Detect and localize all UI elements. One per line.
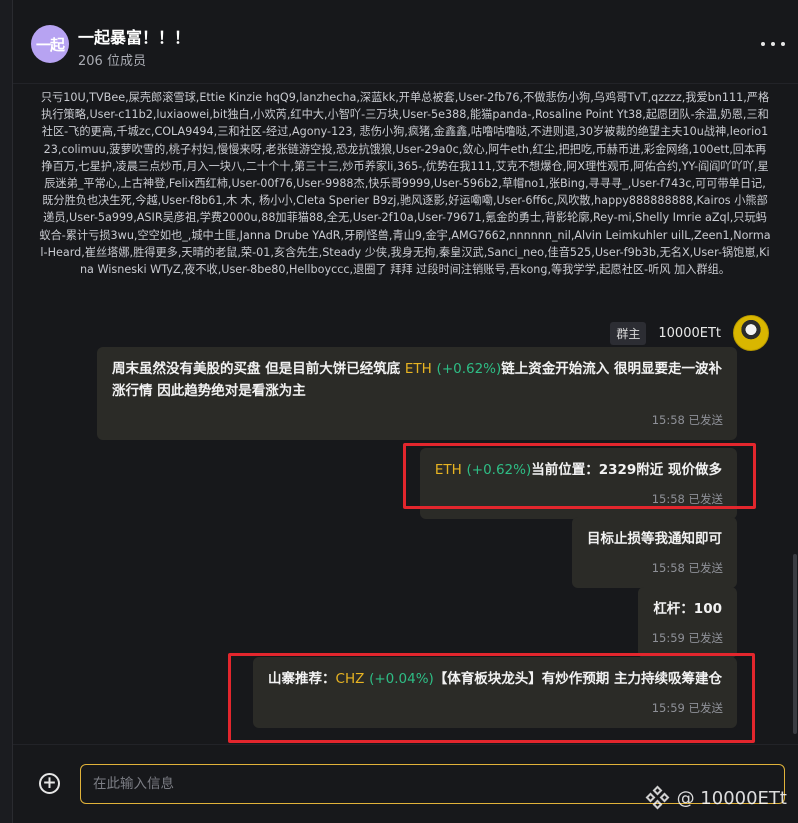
message-status: 15:58 已发送: [651, 492, 723, 506]
message-input[interactable]: [80, 764, 785, 804]
message-text: 山寨推荐：: [268, 671, 336, 687]
message-status: 15:58 已发送: [651, 413, 723, 427]
message-text: 当前位置：2329附近 现价做多: [531, 462, 722, 478]
group-avatar[interactable]: 一起: [31, 25, 69, 63]
message-status: 15:59 已发送: [651, 701, 723, 715]
more-horizontal-icon[interactable]: [761, 34, 785, 54]
message-bubble[interactable]: 山寨推荐：CHZ (+0.04%)【体育板块龙头】有炒作预期 主力持续吸筹建仓 …: [253, 657, 737, 728]
message-status: 15:59 已发送: [651, 631, 723, 645]
group-title[interactable]: 一起暴富！！！: [78, 24, 190, 48]
owner-badge: 群主: [610, 321, 647, 345]
composer: + @ 10000ETt: [13, 744, 798, 823]
price-change: (+0.62%): [466, 462, 532, 478]
message-status: 15:58 已发送: [651, 561, 723, 575]
member-count[interactable]: 206 位成员: [78, 50, 146, 69]
sender-name[interactable]: 10000ETt: [658, 326, 721, 341]
chat-header: 一起 一起暴富！！！ 206 位成员: [13, 0, 798, 84]
message-list-scrollbar[interactable]: [793, 554, 797, 734]
ticker-link[interactable]: ETH: [405, 361, 432, 377]
message-bubble[interactable]: ETH (+0.62%)当前位置：2329附近 现价做多 15:58 已发送: [419, 448, 737, 519]
sender-avatar[interactable]: [733, 315, 769, 351]
message-bubble[interactable]: 周末虽然没有美股的买盘 但是目前大饼已经筑底 ETH (+0.62%)链上资金开…: [97, 347, 737, 440]
ticker-link[interactable]: ETH: [435, 462, 462, 478]
ticker-link[interactable]: CHZ: [336, 671, 365, 687]
chat-window: 一起 一起暴富！！！ 206 位成员 只亏10U,TVBee,屎壳郎滚雪球,Et…: [12, 0, 798, 823]
message-bubble[interactable]: 杠杆：100 15:59 已发送: [638, 587, 737, 658]
sender-info: 群主 10000ETt: [610, 315, 769, 351]
price-change: (+0.62%): [436, 361, 502, 377]
message-text: 目标止损等我通知即可: [587, 531, 722, 547]
message-bubble[interactable]: 目标止损等我通知即可 15:58 已发送: [572, 517, 737, 588]
message-text: 周末虽然没有美股的买盘 但是目前大饼已经筑底: [112, 361, 405, 377]
join-notice: 只亏10U,TVBee,屎壳郎滚雪球,Ettie Kinzie hqQ9,lan…: [39, 91, 771, 277]
message-list[interactable]: 只亏10U,TVBee,屎壳郎滚雪球,Ettie Kinzie hqQ9,lan…: [13, 84, 798, 744]
price-change: (+0.04%): [369, 671, 434, 687]
plus-circle-icon[interactable]: +: [39, 773, 60, 794]
message-text: 杠杆：100: [653, 601, 722, 617]
message-text: 【体育板块龙头】有炒作预期 主力持续吸筹建仓: [433, 671, 722, 687]
